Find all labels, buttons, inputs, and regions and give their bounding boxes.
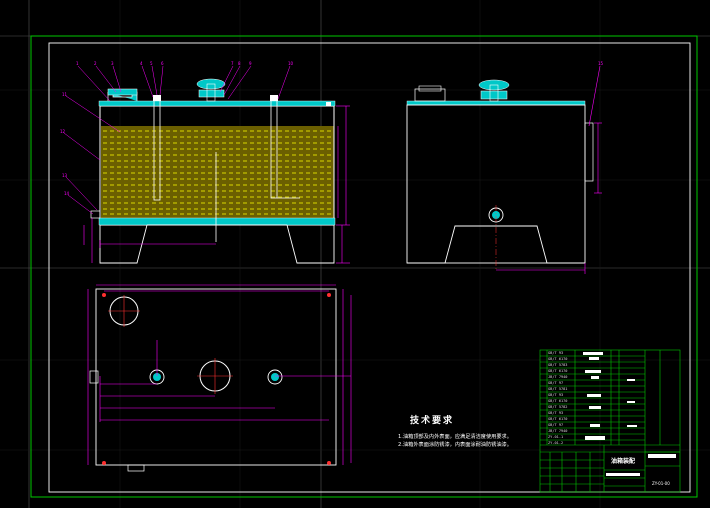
crosshair-lines bbox=[0, 0, 710, 508]
side-view: 15 bbox=[406, 61, 604, 274]
part-row: ZY-01-1 bbox=[548, 435, 564, 439]
part-row: GB/T 6170 bbox=[548, 369, 568, 373]
drawing-title: 油箱装配 bbox=[611, 458, 636, 465]
cad-drawing-canvas: 123 456 789 101112 1314 15 bbox=[0, 0, 710, 508]
svg-text:8: 8 bbox=[238, 61, 241, 66]
svg-text:11: 11 bbox=[62, 92, 68, 97]
part-row: JB/T 7940 bbox=[548, 429, 568, 433]
drain-plug bbox=[90, 210, 101, 219]
tech-requirements-title: 技术要求 bbox=[410, 416, 455, 426]
tech-note-2: 2.油箱外表面涂防锈漆，内表面涂耐油防锈油漆。 bbox=[398, 442, 512, 448]
svg-text:7: 7 bbox=[231, 61, 234, 66]
drawing-code: ZY-01-00 bbox=[652, 481, 670, 486]
svg-text:9: 9 bbox=[249, 61, 252, 66]
svg-text:4: 4 bbox=[140, 61, 143, 66]
part-row: GB/T 6170 bbox=[548, 357, 568, 361]
part-row: GB/T 5783 bbox=[548, 363, 568, 367]
part-row: GB/T 6170 bbox=[548, 399, 568, 403]
bottom-plate bbox=[98, 217, 336, 226]
part-row: GB/T 5781 bbox=[548, 387, 568, 391]
tech-note-1: 1.油箱顶部及内外表面，应满足清洁度使用要求。 bbox=[398, 434, 512, 440]
part-row: GB/T 93 bbox=[548, 393, 564, 397]
svg-text:14: 14 bbox=[64, 191, 70, 196]
top-plate bbox=[98, 100, 336, 107]
svg-text:12: 12 bbox=[60, 129, 66, 134]
top-view bbox=[87, 284, 352, 472]
svg-text:13: 13 bbox=[62, 173, 68, 178]
svg-text:6: 6 bbox=[161, 61, 164, 66]
part-row: GB/T 97 bbox=[548, 423, 564, 427]
part-row: ZY-01-2 bbox=[548, 441, 564, 445]
background-grid bbox=[0, 0, 710, 508]
part-row: GB/T 5782 bbox=[548, 405, 568, 409]
svg-text:2: 2 bbox=[94, 61, 97, 66]
svg-text:5: 5 bbox=[150, 61, 153, 66]
svg-text:1: 1 bbox=[76, 61, 79, 66]
svg-text:15: 15 bbox=[598, 61, 604, 66]
svg-text:10: 10 bbox=[288, 61, 294, 66]
svg-text:3: 3 bbox=[111, 61, 114, 66]
front-section-view: 123 456 789 101112 1314 bbox=[60, 61, 350, 264]
part-row: GB/T 93 bbox=[548, 411, 564, 415]
part-row: JB/T 7940 bbox=[548, 375, 568, 379]
part-row: GB/T 6170 bbox=[548, 417, 568, 421]
part-row: GB/T 97 bbox=[548, 381, 564, 385]
oil-fluid bbox=[101, 126, 334, 218]
part-row: GB/T 93 bbox=[548, 351, 564, 355]
